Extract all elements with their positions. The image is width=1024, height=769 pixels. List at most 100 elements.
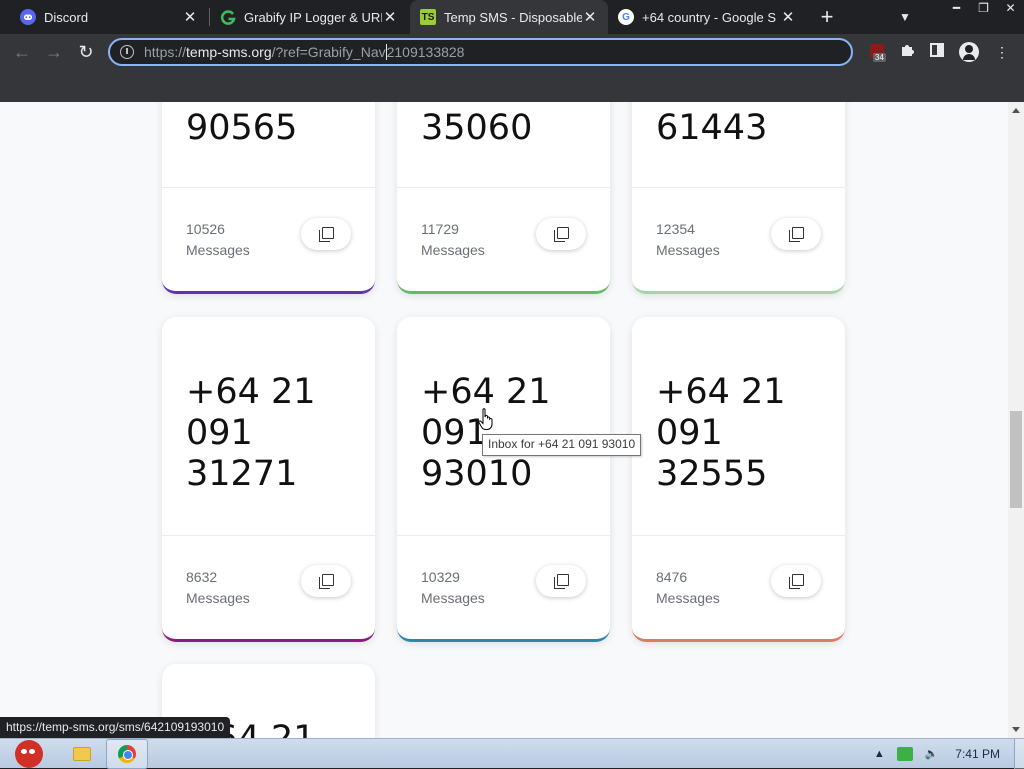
scroll-down-icon[interactable]: [1012, 727, 1020, 732]
phone-number-line: +64 21: [656, 372, 786, 412]
number-card[interactable]: 35060 11729 Messages: [397, 102, 610, 294]
tab-discord[interactable]: Discord ✕: [10, 0, 208, 34]
grabify-icon: [220, 9, 236, 25]
phone-number-line: 091: [186, 413, 253, 453]
copy-button[interactable]: [771, 565, 821, 597]
copy-button[interactable]: [301, 565, 351, 597]
close-tab-icon[interactable]: ✕: [582, 8, 598, 26]
close-tab-icon[interactable]: ✕: [382, 8, 398, 26]
taskbar-explorer[interactable]: [66, 739, 98, 769]
extension-badge-icon[interactable]: 34: [870, 44, 888, 62]
address-bar[interactable]: https://temp-sms.org/?ref=Grabify_Nav210…: [108, 38, 853, 66]
phone-number[interactable]: 90565: [186, 108, 297, 149]
close-tab-icon[interactable]: ✕: [182, 8, 198, 26]
copy-icon: [553, 226, 569, 242]
number-card[interactable]: 90565 10526 Messages: [162, 102, 375, 294]
message-count-label: Messages: [421, 242, 485, 258]
tab-title: Temp SMS - Disposable: [444, 9, 582, 25]
phone-number-line: 93010: [421, 454, 533, 494]
temp-sms-icon: TS: [420, 9, 436, 25]
folder-icon: [73, 747, 91, 761]
message-count-label: Messages: [656, 590, 720, 606]
close-window-icon[interactable]: ✕: [997, 0, 1024, 17]
card-divider: [632, 187, 845, 188]
forward-arrow-icon[interactable]: →: [40, 38, 68, 66]
number-card[interactable]: +64 21 091 93010 10329 Messages: [397, 317, 610, 642]
url-host: temp-sms.org: [186, 44, 272, 60]
page-scrollbar[interactable]: [1008, 102, 1024, 738]
url-scheme: https://: [144, 44, 187, 60]
phone-number[interactable]: +64 21 091 32555: [656, 372, 786, 495]
menu-kebab-icon[interactable]: ⋮: [992, 42, 1012, 62]
clock[interactable]: 7:41 PM: [955, 747, 1000, 761]
number-card[interactable]: 61443 12354 Messages: [632, 102, 845, 294]
copy-button[interactable]: [536, 565, 586, 597]
phone-number-line: 091: [656, 413, 723, 453]
tab-temp-sms[interactable]: TS Temp SMS - Disposable ✕: [410, 0, 608, 34]
message-count: 8476 Messages: [656, 567, 720, 609]
phone-number-line: 35060: [421, 108, 533, 148]
phone-number-line: 31271: [186, 454, 298, 494]
phone-number[interactable]: 61443: [656, 108, 767, 149]
phone-number-line: 32555: [656, 454, 768, 494]
new-tab-icon[interactable]: +: [814, 4, 840, 30]
phone-number[interactable]: 35060: [421, 108, 532, 149]
extension-badge-count: 34: [873, 53, 886, 62]
tab-grabify[interactable]: Grabify IP Logger & URL ✕: [210, 0, 408, 34]
phone-number-line: 90565: [186, 108, 298, 148]
message-count: 12354 Messages: [656, 219, 720, 261]
back-arrow-icon[interactable]: ←: [8, 38, 36, 66]
copy-button[interactable]: [771, 218, 821, 250]
tab-title: Discord: [44, 9, 89, 25]
tab-title: +64 country - Google S: [642, 9, 777, 25]
hand-cursor-icon: [478, 408, 493, 430]
tray-expand-icon[interactable]: ▲: [871, 747, 887, 761]
extensions-puzzle-icon[interactable]: [898, 42, 918, 62]
message-count-label: Messages: [656, 242, 720, 258]
chevron-down-icon[interactable]: ▼: [894, 6, 916, 28]
scroll-up-icon[interactable]: [1012, 108, 1020, 113]
taskbar-chrome[interactable]: [106, 739, 148, 769]
page-viewport: 90565 10526 Messages 35060 11729 Messages …: [0, 102, 1008, 738]
phone-number-line: +64 21: [421, 372, 551, 412]
message-count-value: 10329: [421, 569, 460, 585]
message-count-value: 8632: [186, 569, 218, 585]
close-tab-icon[interactable]: ✕: [780, 8, 796, 26]
phone-number[interactable]: +64 21 091 31271: [186, 372, 316, 495]
copy-icon: [788, 226, 804, 242]
message-count: 11729 Messages: [421, 219, 485, 261]
phone-number-line: +64 21: [186, 372, 316, 412]
angry-bird-icon: [15, 740, 43, 768]
restore-icon[interactable]: ❐: [970, 0, 997, 17]
phone-number-line: 61443: [656, 108, 768, 148]
minimize-icon[interactable]: ━: [943, 0, 970, 17]
card-divider: [632, 535, 845, 536]
bookmark-bar: [0, 70, 1024, 102]
site-info-icon[interactable]: [120, 45, 134, 59]
card-divider: [397, 187, 610, 188]
volume-icon[interactable]: 🔈: [923, 747, 939, 761]
start-button[interactable]: [6, 739, 52, 769]
copy-button[interactable]: [536, 218, 586, 250]
copy-icon: [318, 573, 334, 589]
message-count-value: 11729: [421, 221, 459, 237]
message-count: 10526 Messages: [186, 219, 250, 261]
copy-button[interactable]: [301, 218, 351, 250]
message-count-label: Messages: [186, 242, 250, 258]
tab-title: Grabify IP Logger & URL: [244, 9, 382, 25]
address-url[interactable]: https://temp-sms.org/?ref=Grabify_Nav210…: [144, 44, 465, 60]
side-panel-icon[interactable]: [927, 42, 947, 62]
network-icon[interactable]: [897, 747, 914, 761]
number-card[interactable]: +64 21 091 32555 8476 Messages: [632, 317, 845, 642]
message-count-value: 8476: [656, 569, 688, 585]
card-divider: [397, 535, 610, 536]
show-desktop-button[interactable]: [1014, 739, 1024, 769]
scroll-thumb[interactable]: [1010, 411, 1022, 508]
google-icon: G: [618, 9, 634, 25]
tab-google[interactable]: G +64 country - Google S ✕: [608, 0, 806, 34]
copy-icon: [788, 573, 804, 589]
status-bar-url: https://temp-sms.org/sms/642109193010: [0, 717, 231, 738]
number-card[interactable]: +64 21 091 31271 8632 Messages: [162, 317, 375, 642]
profile-avatar-icon[interactable]: [959, 42, 979, 62]
reload-icon[interactable]: ↻: [72, 38, 100, 66]
